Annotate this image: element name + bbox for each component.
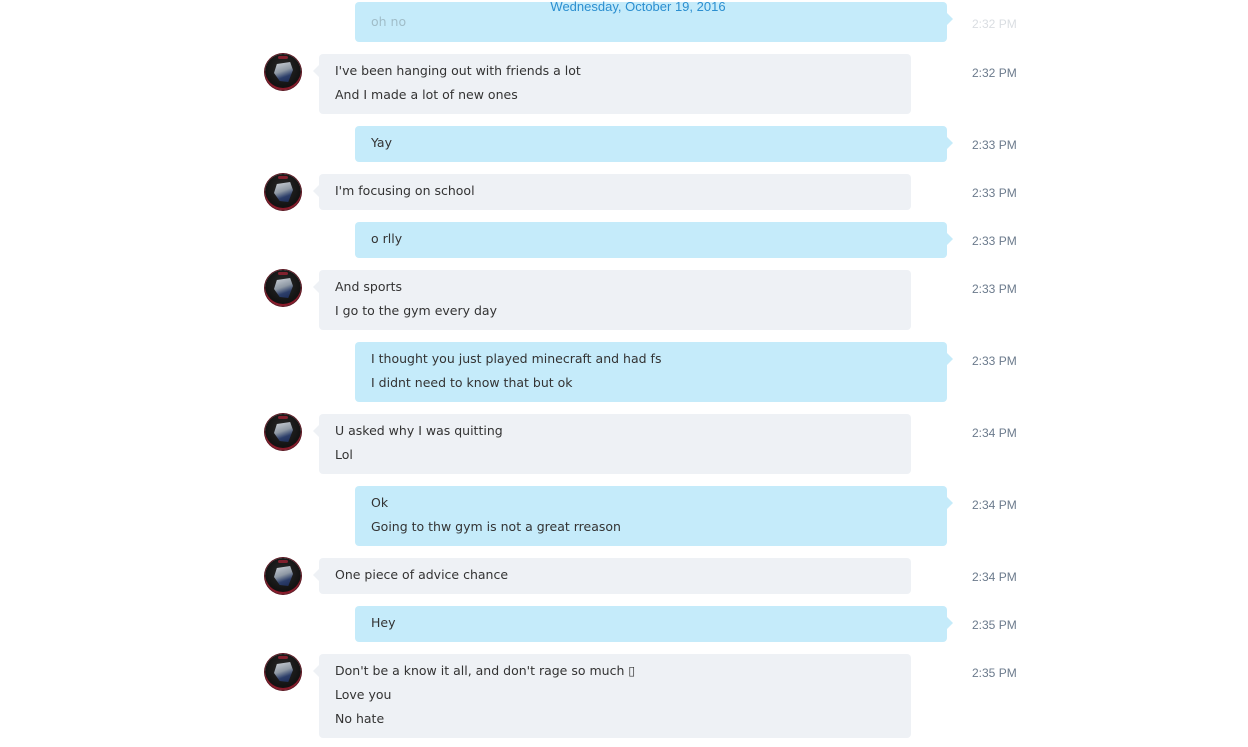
message-text: No hate [335,711,385,726]
message-text: And sports [335,279,403,294]
message-text: U asked why I was quitting [335,423,503,438]
message-timestamp: 2:33 PM [972,354,1017,368]
message-text: I've been hanging out with friends a lot [335,63,581,78]
message-text: Lol [335,447,353,462]
avatar-accent [278,416,288,419]
message-bubble-outgoing[interactable]: Hey [355,606,953,642]
message-text: I go to the gym every day [335,303,497,318]
message-text: Yay [371,135,392,150]
message-bubble-incoming[interactable]: U asked why I was quitting Lol [313,414,911,474]
contact-avatar[interactable] [265,654,301,690]
date-divider: Wednesday, October 19, 2016 [550,0,726,14]
avatar-accent [278,176,288,179]
message-text: Ok [371,495,389,510]
message-timestamp: 2:35 PM [972,666,1017,680]
contact-avatar[interactable] [265,174,301,210]
avatar-image [274,182,293,202]
contact-avatar[interactable] [265,270,301,306]
message-text: Going to thw gym is not a great rreason [371,519,621,534]
message-bubble-incoming[interactable]: I'm focusing on school [313,174,911,210]
avatar-image [274,662,293,682]
message-timestamp: 2:32 PM [972,66,1017,80]
message-text: I thought you just played minecraft and … [371,351,662,366]
avatar-image [274,62,293,82]
message-bubble-outgoing[interactable]: Ok Going to thw gym is not a great rreas… [355,486,953,546]
message-timestamp: 2:33 PM [972,186,1017,200]
avatar-image [274,422,293,442]
message-bubble-incoming[interactable]: And sports I go to the gym every day [313,270,911,330]
message-timestamp: 2:34 PM [972,498,1017,512]
contact-avatar[interactable] [265,558,301,594]
message-bubble-incoming[interactable]: I've been hanging out with friends a lot… [313,54,911,114]
contact-avatar[interactable] [265,414,301,450]
avatar-accent [278,272,288,275]
message-bubble-outgoing[interactable]: Yay [355,126,953,162]
message-timestamp: 2:33 PM [972,282,1017,296]
avatar-accent [278,560,288,563]
message-timestamp: 2:33 PM [972,138,1017,152]
message-timestamp: 2:34 PM [972,570,1017,584]
message-bubble-outgoing[interactable]: I thought you just played minecraft and … [355,342,953,402]
message-text: And I made a lot of new ones [335,87,518,102]
message-timestamp: 2:34 PM [972,426,1017,440]
message-bubble-outgoing[interactable]: o rlly [355,222,953,258]
avatar-image [274,566,293,586]
message-text: Hey [371,615,396,630]
message-text: Love you [335,687,392,702]
message-bubble-incoming[interactable]: One piece of advice chance [313,558,911,594]
message-text: I didnt need to know that but ok [371,375,573,390]
message-timestamp: 2:35 PM [972,618,1017,632]
avatar-accent [278,56,288,59]
message-timestamp: 2:33 PM [972,234,1017,248]
message-text: o rlly [371,231,403,246]
message-text: I'm focusing on school [335,183,475,198]
message-text: One piece of advice chance [335,567,509,582]
message-bubble-incoming[interactable]: Don't be a know it all, and don't rage s… [313,654,911,738]
message-timestamp: 2:32 PM [972,17,1017,31]
avatar-image [274,278,293,298]
contact-avatar[interactable] [265,54,301,90]
avatar-accent [278,656,288,659]
message-text: Don't be a know it all, and don't rage s… [335,663,636,678]
